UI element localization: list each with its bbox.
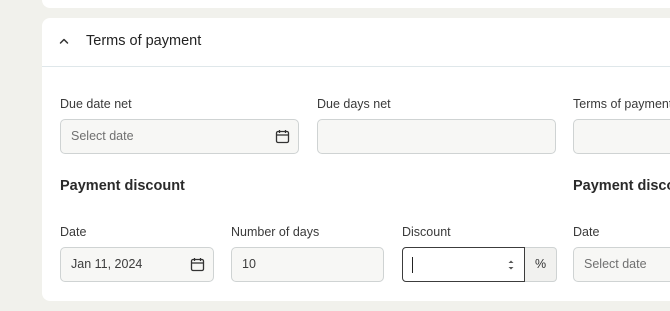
section-title: Terms of payment xyxy=(86,33,202,49)
discount-date-value: Jan 11, 2024 xyxy=(71,257,143,271)
terms-of-payment-label: Terms of payment xyxy=(573,97,670,111)
section-header[interactable]: Terms of payment xyxy=(42,18,670,67)
terms-of-payment-field[interactable] xyxy=(573,119,670,154)
discount-date-label: Date xyxy=(60,225,87,239)
payment-discount-heading: Payment discount xyxy=(60,178,185,194)
stepper-arrows-icon[interactable] xyxy=(507,258,515,272)
text-cursor xyxy=(412,257,413,273)
calendar-icon[interactable] xyxy=(275,129,290,144)
due-days-net-label: Due days net xyxy=(317,97,391,111)
percent-unit: % xyxy=(525,247,557,282)
number-of-days-value: 10 xyxy=(242,257,256,271)
discount-date-label-2: Date xyxy=(573,225,600,239)
discount-input[interactable] xyxy=(402,247,525,282)
due-date-net-field[interactable]: Select date xyxy=(60,119,299,154)
discount-date-placeholder-2: Select date xyxy=(584,257,647,271)
due-date-net-placeholder: Select date xyxy=(71,129,134,143)
number-of-days-field[interactable]: 10 xyxy=(231,247,384,282)
due-date-net-label: Due date net xyxy=(60,97,132,111)
payment-discount-heading-2: Payment disco xyxy=(573,178,670,194)
discount-label: Discount xyxy=(402,225,451,239)
discount-date-field[interactable]: Jan 11, 2024 xyxy=(60,247,214,282)
previous-card xyxy=(42,0,670,8)
due-days-net-field[interactable] xyxy=(317,119,556,154)
terms-of-payment-card: Terms of payment Due date net Select dat… xyxy=(42,18,670,301)
discount-date-field-2[interactable]: Select date xyxy=(573,247,670,282)
calendar-icon[interactable] xyxy=(190,257,205,272)
chevron-up-icon[interactable] xyxy=(58,35,70,47)
number-of-days-label: Number of days xyxy=(231,225,320,239)
